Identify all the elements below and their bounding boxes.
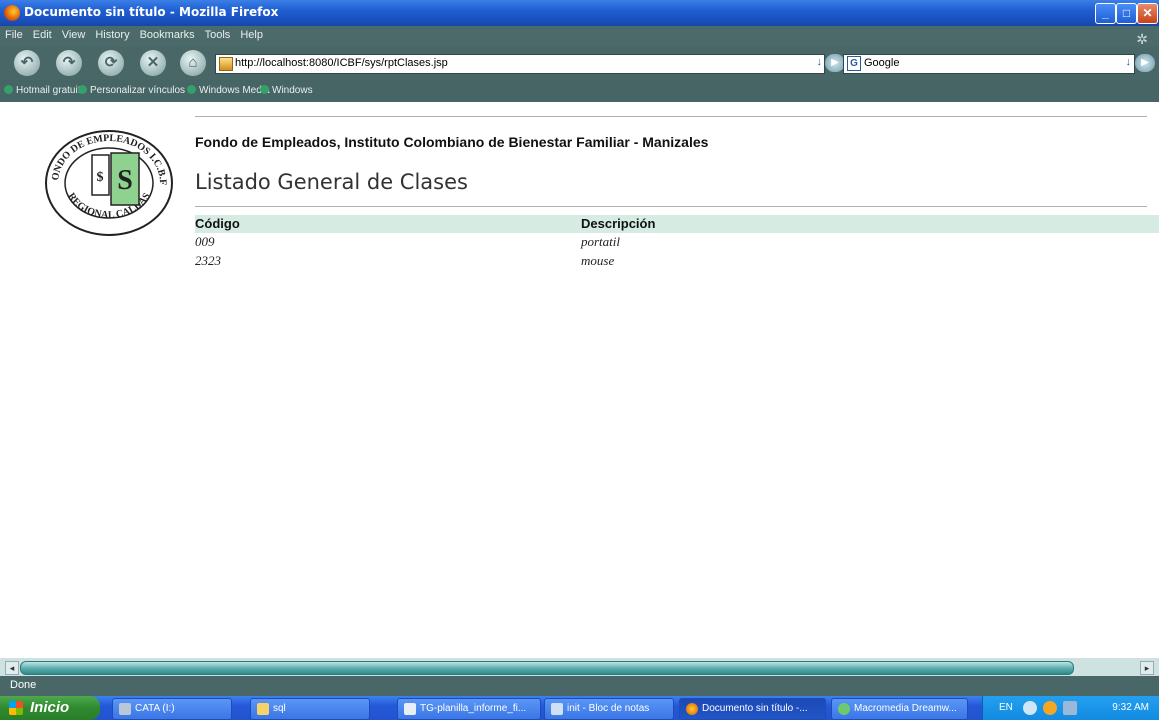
bookmarks-toolbar: Hotmail gratuito Personalizar vínculos W… xyxy=(0,80,1159,102)
bookmark-windows[interactable]: Windows xyxy=(260,85,313,96)
horizontal-scrollbar[interactable]: ◂ ▸ xyxy=(0,658,1159,676)
bookmark-label: Windows xyxy=(272,85,313,96)
taskbar-item-dreamweaver[interactable]: Macromedia Dreamw... xyxy=(831,698,968,720)
svg-text:S: S xyxy=(117,165,133,196)
forward-button[interactable]: ↷ xyxy=(56,50,82,76)
table-row: 009 portatil xyxy=(195,234,1159,252)
activity-throbber-icon: ✲ xyxy=(1136,31,1148,47)
stop-button[interactable]: ✕ xyxy=(140,50,166,76)
cell-descripcion: portatil xyxy=(581,234,621,249)
clock: 9:32 AM xyxy=(1112,702,1149,713)
document-icon xyxy=(404,703,416,715)
task-label: TG-planilla_informe_fi... xyxy=(420,703,527,714)
bookmark-label: Personalizar vínculos xyxy=(90,85,186,96)
firefox-icon xyxy=(4,5,20,21)
bookmark-label: Hotmail gratuito xyxy=(16,85,87,96)
header-rule-top xyxy=(195,116,1147,117)
page-favicon-icon xyxy=(219,57,233,71)
menu-help[interactable]: Help xyxy=(235,26,268,41)
svg-text:$: $ xyxy=(97,170,104,185)
menu-edit[interactable]: Edit xyxy=(28,26,57,41)
menu-bookmarks[interactable]: Bookmarks xyxy=(135,26,200,41)
reload-button[interactable]: ⟳ xyxy=(98,50,124,76)
bookmark-icon xyxy=(4,85,13,94)
network-icon[interactable] xyxy=(1043,701,1057,715)
drive-icon xyxy=(119,703,131,715)
windows-logo-icon xyxy=(9,701,23,715)
google-icon[interactable]: G xyxy=(847,56,861,71)
bookmark-windows-media[interactable]: Windows Media xyxy=(187,85,270,96)
window-titlebar: Documento sin título - Mozilla Firefox _… xyxy=(0,0,1159,26)
start-button[interactable]: Inicio xyxy=(0,696,100,720)
menu-tools[interactable]: Tools xyxy=(200,26,236,41)
monitor-icon[interactable] xyxy=(1063,701,1077,715)
minimize-button[interactable]: _ xyxy=(1095,3,1116,24)
bookmark-personalizar[interactable]: Personalizar vínculos xyxy=(78,85,185,96)
taskbar-item-tg-planilla[interactable]: TG-planilla_informe_fi... xyxy=(397,698,541,720)
menu-view[interactable]: View xyxy=(57,26,91,41)
search-engine-label: Google xyxy=(864,57,900,69)
bookmark-icon xyxy=(260,85,269,94)
page-content: FONDO DE EMPLEADOS I.C.B.F. REGIONAL CAL… xyxy=(0,102,1159,658)
menu-bar: File Edit View History Bookmarks Tools Help ✲ xyxy=(0,26,1159,47)
taskbar-item-sql-folder[interactable]: sql xyxy=(250,698,370,720)
close-button[interactable]: ✕ xyxy=(1137,3,1158,24)
address-dropdown-icon[interactable]: ↓ xyxy=(817,56,823,68)
dreamweaver-icon xyxy=(838,703,850,715)
table-header: Código Descripción xyxy=(195,215,1159,233)
column-header-codigo: Código xyxy=(195,216,240,231)
home-button[interactable]: ⌂ xyxy=(180,50,206,76)
task-label: init - Bloc de notas xyxy=(567,703,650,714)
fondo-empleados-logo: FONDO DE EMPLEADOS I.C.B.F. REGIONAL CAL… xyxy=(44,129,173,236)
status-bar: Done xyxy=(0,676,1159,696)
task-label: sql xyxy=(273,703,286,714)
page-heading: Listado General de Clases xyxy=(195,170,468,194)
cell-codigo: 009 xyxy=(195,234,215,249)
address-bar-url: http://localhost:8080/ICBF/sys/rptClases… xyxy=(235,57,448,69)
tray-expand-icon[interactable] xyxy=(1023,701,1037,715)
table-row: 2323 mouse xyxy=(195,253,1159,271)
windows-taskbar: Inicio CATA (I:) sql TG-planilla_informe… xyxy=(0,696,1159,720)
language-indicator[interactable]: EN xyxy=(999,702,1013,713)
scroll-left-button[interactable]: ◂ xyxy=(5,661,19,675)
system-tray: EN 9:32 AM xyxy=(982,696,1159,720)
go-button[interactable]: ▶ xyxy=(825,54,845,72)
bookmark-icon xyxy=(187,85,196,94)
window-title: Documento sin título - Mozilla Firefox xyxy=(24,5,279,19)
start-label: Inicio xyxy=(30,699,70,716)
status-text: Done xyxy=(10,679,37,691)
menu-file[interactable]: File xyxy=(0,26,28,41)
bookmark-hotmail[interactable]: Hotmail gratuito xyxy=(4,85,86,96)
task-label: Macromedia Dreamw... xyxy=(854,703,957,714)
menu-history[interactable]: History xyxy=(90,26,134,41)
task-label: Documento sin título -... xyxy=(702,703,808,714)
cell-codigo: 2323 xyxy=(195,253,221,268)
search-bar[interactable]: G Google ↓ xyxy=(843,54,1135,74)
taskbar-item-cata-drive[interactable]: CATA (I:) xyxy=(112,698,232,720)
notepad-icon xyxy=(551,703,563,715)
firefox-icon xyxy=(686,703,698,715)
cell-descripcion: mouse xyxy=(581,253,615,268)
taskbar-item-firefox[interactable]: Documento sin título -... xyxy=(679,698,826,720)
organization-name: Fondo de Empleados, Instituto Colombiano… xyxy=(195,134,709,150)
navigation-toolbar: ↶ ↷ ⟳ ✕ ⌂ http://localhost:8080/ICBF/sys… xyxy=(0,46,1159,80)
folder-icon xyxy=(257,703,269,715)
column-header-descripcion: Descripción xyxy=(581,216,656,231)
address-bar[interactable]: http://localhost:8080/ICBF/sys/rptClases… xyxy=(215,54,825,74)
scroll-right-button[interactable]: ▸ xyxy=(1140,661,1154,675)
search-go-button[interactable]: ▶ xyxy=(1135,54,1155,72)
bookmark-label: Windows Media xyxy=(199,85,270,96)
task-label: CATA (I:) xyxy=(135,703,175,714)
back-button[interactable]: ↶ xyxy=(14,50,40,76)
maximize-button[interactable]: □ xyxy=(1116,3,1137,24)
bookmark-icon xyxy=(78,85,87,94)
taskbar-item-notepad[interactable]: init - Bloc de notas xyxy=(544,698,674,720)
header-rule-bottom xyxy=(195,206,1147,207)
scrollbar-thumb[interactable] xyxy=(20,661,1074,675)
search-dropdown-icon[interactable]: ↓ xyxy=(1126,56,1132,68)
